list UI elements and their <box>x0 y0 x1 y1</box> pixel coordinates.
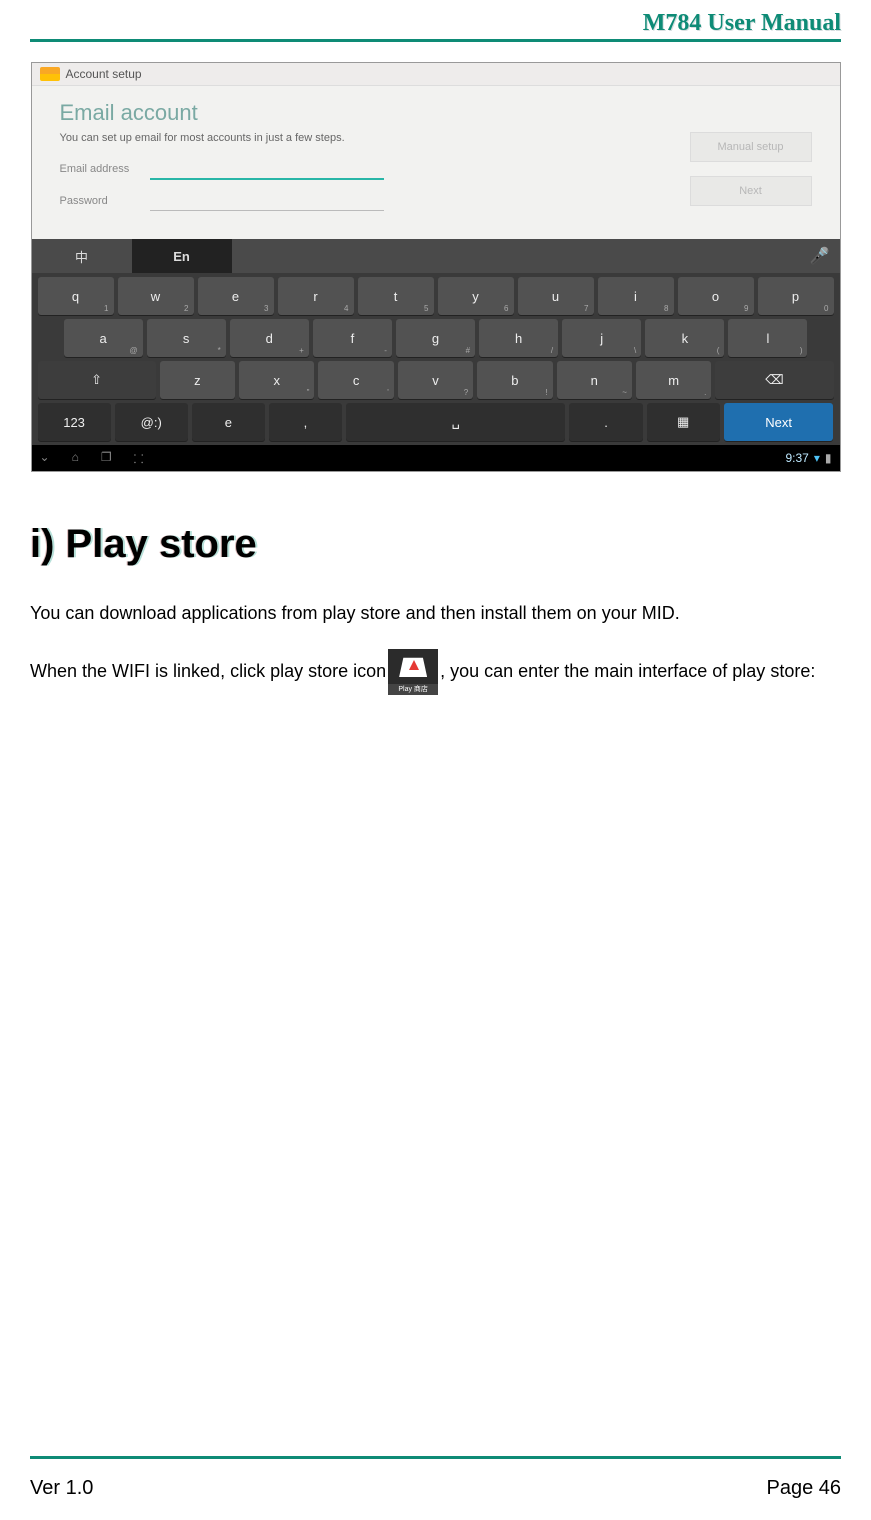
key-d[interactable]: d+ <box>230 319 309 357</box>
key-z[interactable]: z <box>160 361 235 399</box>
password-label: Password <box>60 195 150 207</box>
key-e[interactable]: e <box>192 403 265 441</box>
key-grid[interactable]: ▦ <box>647 403 720 441</box>
key-q[interactable]: q1 <box>38 277 114 315</box>
key-space[interactable]: ␣ <box>346 403 565 441</box>
kb-tab-zh[interactable]: 中 <box>32 239 132 273</box>
key-k[interactable]: k( <box>645 319 724 357</box>
key-r[interactable]: r4 <box>278 277 354 315</box>
header-rule <box>30 39 841 42</box>
key-f[interactable]: f- <box>313 319 392 357</box>
key-emoji[interactable]: @:) <box>115 403 188 441</box>
nav-menu-icon[interactable]: ⸬ <box>134 450 144 467</box>
password-input[interactable] <box>150 190 384 211</box>
next-button[interactable]: Next <box>690 176 812 206</box>
play-store-icon: Play 商店 <box>388 649 438 695</box>
key-123[interactable]: 123 <box>38 403 111 441</box>
nav-recent-icon[interactable]: ❐ <box>101 450 112 467</box>
key-next[interactable]: Next <box>724 403 834 441</box>
clock: 9:37 <box>786 451 809 465</box>
key-o[interactable]: o9 <box>678 277 754 315</box>
key-v[interactable]: v? <box>398 361 473 399</box>
key-period[interactable]: . <box>569 403 642 441</box>
key-j[interactable]: j\ <box>562 319 641 357</box>
key-g[interactable]: g# <box>396 319 475 357</box>
key-w[interactable]: w2 <box>118 277 194 315</box>
email-label: Email address <box>60 163 150 175</box>
key-comma[interactable]: , <box>269 403 342 441</box>
kb-tab-en[interactable]: En <box>132 239 232 273</box>
mail-icon <box>40 67 60 81</box>
key-y[interactable]: y6 <box>438 277 514 315</box>
battery-icon: ▮ <box>825 451 832 465</box>
wifi-icon: ▾ <box>814 451 820 465</box>
key-u[interactable]: u7 <box>518 277 594 315</box>
window-title-bar: Account setup <box>32 63 840 86</box>
key-s[interactable]: s* <box>147 319 226 357</box>
email-account-title: Email account <box>60 100 812 126</box>
key-x[interactable]: x" <box>239 361 314 399</box>
p2-part-b: , you can enter the main interface of pl… <box>440 661 815 681</box>
on-screen-keyboard: 中 En 🎤 q1w2e3r4t5y6u7i8o9p0 a@s*d+f-g#h/… <box>32 239 840 445</box>
key-c[interactable]: c' <box>318 361 393 399</box>
key-m[interactable]: m. <box>636 361 711 399</box>
email-input[interactable] <box>150 158 384 180</box>
key-e[interactable]: e3 <box>198 277 274 315</box>
section-heading: i) Play store <box>30 522 841 567</box>
key-i[interactable]: i8 <box>598 277 674 315</box>
key-h[interactable]: h/ <box>479 319 558 357</box>
key-t[interactable]: t5 <box>358 277 434 315</box>
p2-part-a: When the WIFI is linked, click play stor… <box>30 661 386 681</box>
footer-rule <box>30 1456 841 1459</box>
key-a[interactable]: a@ <box>64 319 143 357</box>
paragraph-1: You can download applications from play … <box>30 595 841 631</box>
play-store-caption: Play 商店 <box>388 684 438 695</box>
paragraph-2: When the WIFI is linked, click play stor… <box>30 649 841 695</box>
key-l[interactable]: l) <box>728 319 807 357</box>
backspace-key[interactable]: ⌫ <box>715 361 833 399</box>
nav-home-icon[interactable]: ⌂ <box>72 450 79 467</box>
footer-page: Page 46 <box>766 1477 841 1500</box>
key-b[interactable]: b! <box>477 361 552 399</box>
key-n[interactable]: n~ <box>557 361 632 399</box>
window-title-text: Account setup <box>66 67 142 81</box>
nav-back-icon[interactable]: ⌄ <box>40 450 50 467</box>
email-setup-screenshot: Account setup Email account You can set … <box>31 62 841 472</box>
doc-header: M784 User Manual <box>30 10 841 37</box>
manual-setup-button[interactable]: Manual setup <box>690 132 812 162</box>
mic-icon[interactable]: 🎤 <box>800 239 840 273</box>
footer-version: Ver 1.0 <box>30 1477 93 1500</box>
key-p[interactable]: p0 <box>758 277 834 315</box>
shift-key[interactable]: ⇧ <box>38 361 156 399</box>
